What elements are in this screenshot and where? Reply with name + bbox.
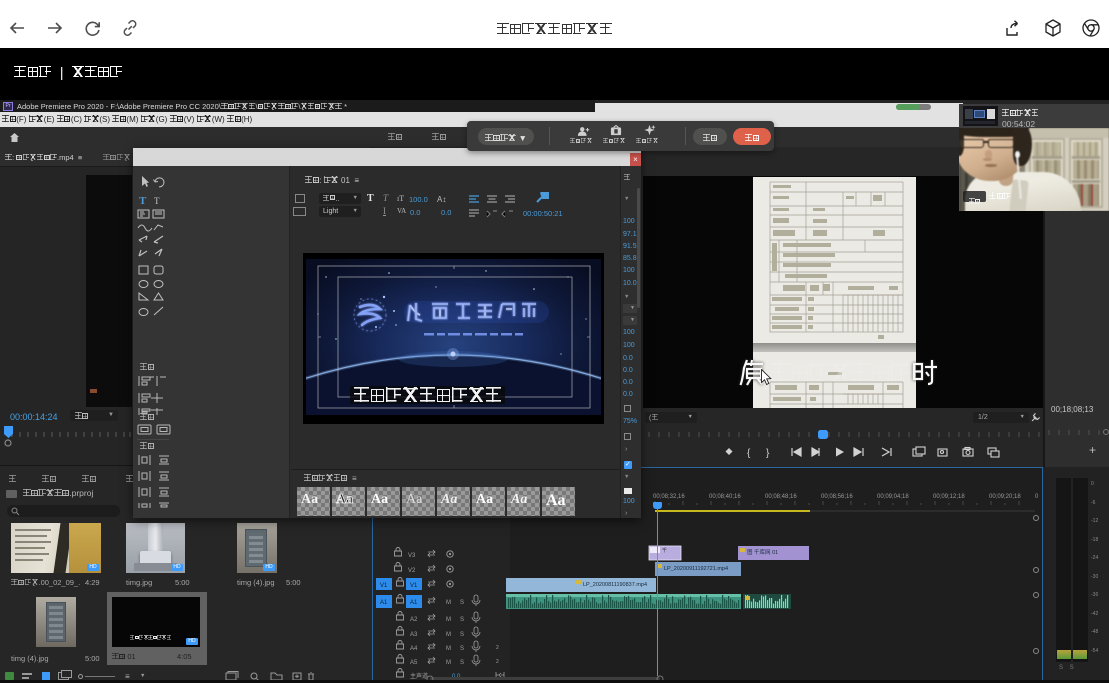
svg-text:M: M	[446, 660, 451, 666]
svg-text:T: T	[154, 196, 160, 206]
svg-text:00;09;04;18: 00;09;04;18	[877, 494, 909, 500]
svg-text:S: S	[460, 600, 464, 606]
svg-text:V2: V2	[408, 568, 416, 574]
svg-text:00;09;20;18: 00;09;20;18	[989, 494, 1021, 500]
svg-text:M: M	[446, 632, 451, 638]
svg-text:00;09;12;18: 00;09;12;18	[933, 494, 965, 500]
svg-text:S: S	[460, 617, 464, 623]
svg-text:00;08;40;16: 00;08;40;16	[709, 494, 741, 500]
svg-text:LP_20200811190837.mp4: LP_20200811190837.mp4	[583, 582, 647, 588]
svg-text:2: 2	[496, 659, 499, 665]
svg-text:千: 千	[662, 547, 667, 554]
svg-text:M: M	[446, 600, 451, 606]
svg-text:主声道: 主声道	[410, 672, 428, 680]
svg-text:S: S	[460, 660, 464, 666]
svg-text:S: S	[460, 646, 464, 652]
svg-text:A4: A4	[410, 646, 418, 652]
svg-text:S: S	[460, 632, 464, 638]
svg-text:M: M	[446, 617, 451, 623]
svg-text:T: T	[139, 195, 147, 207]
svg-text:LP_20200911192721.mp4: LP_20200911192721.mp4	[664, 566, 728, 572]
svg-text:0: 0	[1035, 494, 1039, 500]
svg-text:图 千库网 01: 图 千库网 01	[747, 548, 778, 556]
svg-text:A1: A1	[410, 600, 418, 606]
svg-text:V1: V1	[410, 583, 418, 589]
svg-text:A2: A2	[410, 617, 418, 623]
svg-text:V1: V1	[380, 583, 388, 589]
svg-text:00;08;32,16: 00;08;32,16	[653, 494, 685, 500]
svg-text:00;08;48;16: 00;08;48;16	[765, 494, 797, 500]
svg-text:V3: V3	[408, 553, 416, 559]
svg-text:A3: A3	[410, 632, 418, 638]
svg-text:}: }	[766, 448, 770, 459]
svg-text:A1: A1	[380, 600, 388, 606]
svg-text:A5: A5	[410, 660, 418, 666]
svg-text:{: {	[747, 448, 751, 459]
svg-text:2: 2	[496, 645, 499, 651]
svg-text:M: M	[446, 646, 451, 652]
svg-text:00;08;56;16: 00;08;56;16	[821, 494, 853, 500]
